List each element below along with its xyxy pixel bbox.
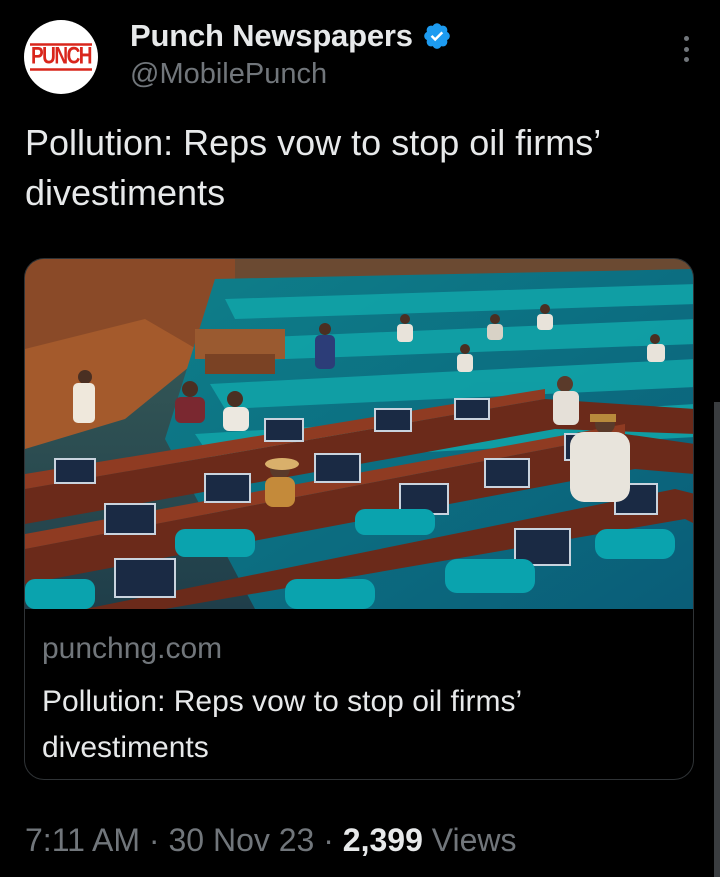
- card-title: Pollution: Reps vow to stop oil firms’ d…: [42, 685, 522, 764]
- card-image: [25, 259, 693, 609]
- meta-separator: ·: [323, 822, 334, 858]
- tweet-date[interactable]: 30 Nov 23: [168, 822, 314, 858]
- link-card[interactable]: punchng.com Pollution: Reps vow to stop …: [24, 258, 694, 780]
- author-name-row: Punch Newspapers: [130, 16, 452, 56]
- punch-logo: PUNCH: [29, 43, 93, 71]
- views-label: Views: [431, 822, 517, 858]
- views-count: 2,399: [342, 822, 423, 858]
- avatar[interactable]: PUNCH: [24, 20, 98, 94]
- tweet[interactable]: PUNCH Punch Newspapers @MobilePunch Poll…: [0, 0, 720, 877]
- scrollbar[interactable]: [714, 402, 720, 877]
- tweet-time[interactable]: 7:11 AM: [25, 822, 140, 858]
- tweet-meta: 7:11 AM · 30 Nov 23 · 2,399 Views: [25, 822, 517, 859]
- author-handle[interactable]: @MobilePunch: [130, 58, 327, 91]
- meta-separator: ·: [148, 822, 160, 858]
- verified-badge-icon: [423, 23, 450, 49]
- card-domain: punchng.com: [42, 632, 223, 665]
- more-dot: [683, 36, 689, 41]
- author-display-name[interactable]: Punch Newspapers: [130, 18, 413, 54]
- more-dot: [683, 46, 689, 52]
- tweet-text: Pollution: Reps vow to stop oil firms’ d…: [25, 122, 600, 213]
- more-options-icon[interactable]: [682, 36, 690, 62]
- more-dot: [683, 57, 689, 62]
